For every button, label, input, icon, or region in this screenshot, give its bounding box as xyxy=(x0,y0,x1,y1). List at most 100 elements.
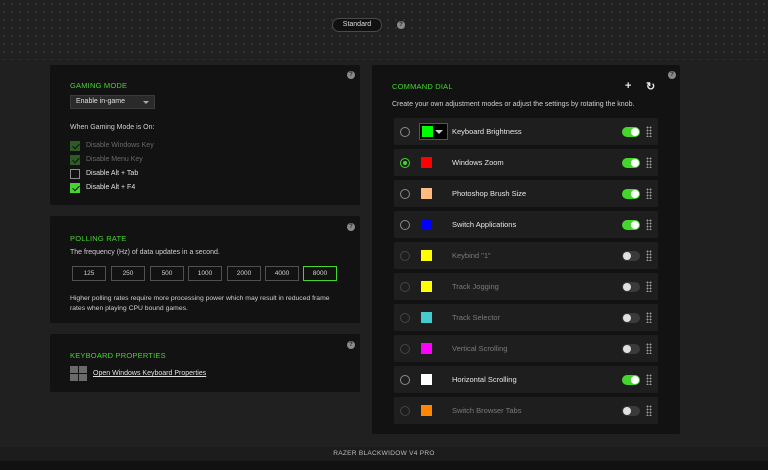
mode-selector[interactable]: Standard xyxy=(332,18,382,32)
color-swatch[interactable] xyxy=(421,312,432,323)
windows-logo-icon xyxy=(70,366,87,382)
radio-button[interactable] xyxy=(400,189,410,199)
color-swatch[interactable] xyxy=(421,281,432,292)
drag-handle-icon[interactable] xyxy=(646,281,652,292)
polling-rate-8000-button[interactable]: 8000 xyxy=(303,266,337,281)
color-swatch[interactable] xyxy=(421,157,432,168)
dial-row-keyboard-brightness[interactable]: Keyboard Brightness xyxy=(394,118,658,145)
radio-button[interactable] xyxy=(400,220,410,230)
help-icon[interactable]: ? xyxy=(668,71,676,79)
radio-button[interactable] xyxy=(400,313,410,323)
toggle-switch[interactable] xyxy=(622,251,640,261)
dial-row-label: Track Jogging xyxy=(452,282,499,291)
radio-button[interactable] xyxy=(400,344,410,354)
checkbox-label: Disable Alt + F4 xyxy=(86,184,136,191)
dial-row-label: Windows Zoom xyxy=(452,158,504,167)
keyboard-properties-title: KEYBOARD PROPERTIES xyxy=(70,351,166,360)
toggle-switch[interactable] xyxy=(622,127,640,137)
dial-row-label: Track Selector xyxy=(452,313,501,322)
dial-row-windows-zoom[interactable]: Windows Zoom xyxy=(394,149,658,176)
polling-rate-note-line2: rates when playing CPU bound games. xyxy=(70,305,188,312)
background-dots xyxy=(0,0,768,60)
toggle-switch[interactable] xyxy=(622,220,640,230)
dial-row-switch-browser-tabs[interactable]: Switch Browser Tabs xyxy=(394,397,658,424)
plus-icon[interactable]: + xyxy=(625,80,631,92)
gaming-mode-select-value: Enable in-game xyxy=(76,98,126,105)
dial-row-track-selector[interactable]: Track Selector xyxy=(394,304,658,331)
checkbox-checked-icon[interactable] xyxy=(70,155,80,165)
drag-handle-icon[interactable] xyxy=(646,157,652,168)
dial-row-label: Vertical Scrolling xyxy=(452,344,508,353)
polling-rate-500-button[interactable]: 500 xyxy=(150,266,184,281)
color-swatch[interactable] xyxy=(421,250,432,261)
help-icon[interactable]: ? xyxy=(347,341,355,349)
drag-handle-icon[interactable] xyxy=(646,219,652,230)
toggle-switch[interactable] xyxy=(622,375,640,385)
color-swatch[interactable] xyxy=(421,343,432,354)
drag-handle-icon[interactable] xyxy=(646,188,652,199)
open-keyboard-properties-link[interactable]: Open Windows Keyboard Properties xyxy=(93,370,206,377)
radio-button[interactable] xyxy=(400,375,410,385)
polling-rate-125-button[interactable]: 125 xyxy=(72,266,106,281)
gaming-mode-subtitle: When Gaming Mode is On: xyxy=(70,124,155,131)
dial-row-label: Horizontal Scrolling xyxy=(452,375,517,384)
radio-button[interactable] xyxy=(400,282,410,292)
radio-button[interactable] xyxy=(400,251,410,261)
dial-row-label: Keybind "1" xyxy=(452,251,491,260)
drag-handle-icon[interactable] xyxy=(646,405,652,416)
checkbox-label: Disable Menu Key xyxy=(86,156,143,163)
checkbox-checked-icon[interactable] xyxy=(70,141,80,151)
chevron-down-icon xyxy=(143,101,149,104)
dial-row-switch-applications[interactable]: Switch Applications xyxy=(394,211,658,238)
command-dial-title: COMMAND DIAL xyxy=(392,82,453,91)
dial-row-horizontal-scrolling[interactable]: Horizontal Scrolling xyxy=(394,366,658,393)
device-name-footer: RAZER BLACKWIDOW V4 PRO xyxy=(0,447,768,461)
color-picker[interactable] xyxy=(419,123,448,140)
drag-handle-icon[interactable] xyxy=(646,343,652,354)
checkbox-label: Disable Alt + Tab xyxy=(86,170,139,177)
toggle-switch[interactable] xyxy=(622,313,640,323)
dial-row-photoshop-brush-size[interactable]: Photoshop Brush Size xyxy=(394,180,658,207)
color-swatch[interactable] xyxy=(421,374,432,385)
polling-rate-note-line1: Higher polling rates require more proces… xyxy=(70,295,330,302)
drag-handle-icon[interactable] xyxy=(646,374,652,385)
bottom-bar xyxy=(0,461,768,470)
gaming-mode-title: GAMING MODE xyxy=(70,81,128,90)
polling-rate-description: The frequency (Hz) of data updates in a … xyxy=(70,249,220,256)
toggle-switch[interactable] xyxy=(622,344,640,354)
drag-handle-icon[interactable] xyxy=(646,126,652,137)
help-icon[interactable]: ? xyxy=(347,71,355,79)
dial-row-label: Photoshop Brush Size xyxy=(452,189,527,198)
toggle-switch[interactable] xyxy=(622,189,640,199)
checkbox-label: Disable Windows Key xyxy=(86,142,154,149)
toggle-switch[interactable] xyxy=(622,158,640,168)
keyboard-properties-panel xyxy=(50,334,360,392)
command-dial-description: Create your own adjustment modes or adju… xyxy=(392,101,635,108)
color-swatch[interactable] xyxy=(421,219,432,230)
polling-rate-2000-button[interactable]: 2000 xyxy=(227,266,261,281)
toggle-switch[interactable] xyxy=(622,406,640,416)
dial-row-vertical-scrolling[interactable]: Vertical Scrolling xyxy=(394,335,658,362)
toggle-switch[interactable] xyxy=(622,282,640,292)
dial-row-track-jogging[interactable]: Track Jogging xyxy=(394,273,658,300)
polling-rate-4000-button[interactable]: 4000 xyxy=(265,266,299,281)
dial-row-label: Keyboard Brightness xyxy=(452,127,522,136)
checkbox-empty-icon[interactable] xyxy=(70,169,80,179)
drag-handle-icon[interactable] xyxy=(646,312,652,323)
radio-button[interactable] xyxy=(400,406,410,416)
polling-rate-1000-button[interactable]: 1000 xyxy=(188,266,222,281)
color-swatch xyxy=(422,126,433,137)
dial-row-keybind-1[interactable]: Keybind "1" xyxy=(394,242,658,269)
radio-button[interactable] xyxy=(400,127,410,137)
drag-handle-icon[interactable] xyxy=(646,250,652,261)
color-swatch[interactable] xyxy=(421,405,432,416)
radio-button[interactable] xyxy=(400,158,410,168)
color-swatch[interactable] xyxy=(421,188,432,199)
chevron-down-icon xyxy=(435,130,443,134)
checkbox-checked-icon[interactable] xyxy=(70,183,80,193)
help-icon[interactable]: ? xyxy=(347,223,355,231)
gaming-mode-select[interactable]: Enable in-game xyxy=(70,95,155,109)
polling-rate-250-button[interactable]: 250 xyxy=(111,266,145,281)
refresh-icon[interactable]: ↻ xyxy=(646,80,655,93)
help-icon[interactable]: ? xyxy=(397,21,405,29)
